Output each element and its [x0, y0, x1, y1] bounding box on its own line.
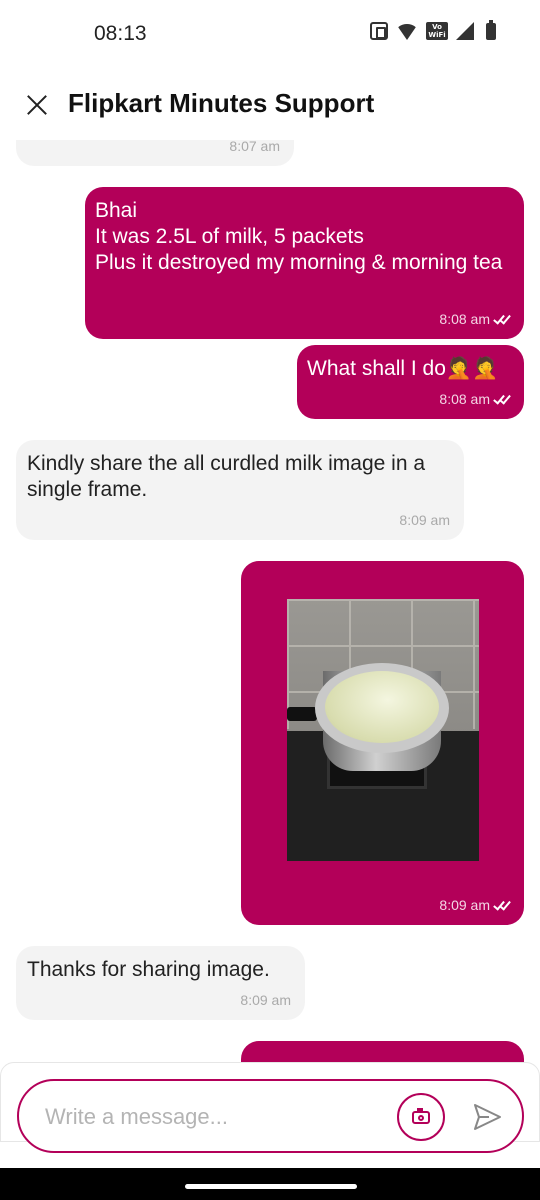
- home-gesture-handle[interactable]: [185, 1184, 357, 1189]
- status-time: 08:13: [94, 22, 147, 45]
- message-text: Thanks for sharing image.: [27, 958, 270, 981]
- double-check-icon: [494, 899, 510, 911]
- message-text: What shall I do🤦🤦: [307, 357, 499, 380]
- message-outgoing: What shall I do🤦🤦 8:08 am: [297, 345, 524, 419]
- message-time: 8:09 am: [399, 512, 450, 528]
- message-outgoing: Bhai It was 2.5L of milk, 5 packets Plus…: [85, 187, 524, 339]
- curdled-milk-photo[interactable]: [287, 599, 479, 861]
- page-title: Flipkart Minutes Support: [68, 88, 375, 118]
- message-outgoing-image[interactable]: 8:09 am: [241, 561, 524, 925]
- message-time: 8:08 am: [439, 391, 510, 407]
- message-time: 8:07 am: [229, 140, 280, 154]
- message-incoming: 8:07 am: [16, 140, 294, 166]
- close-icon[interactable]: [22, 90, 52, 120]
- message-composer: [0, 1062, 540, 1153]
- message-time: 8:09 am: [439, 897, 510, 913]
- message-outgoing: [241, 1041, 524, 1062]
- double-check-icon: [494, 393, 510, 405]
- photo-pot-handle: [287, 707, 317, 721]
- signal-icon: [456, 22, 474, 40]
- message-text: Bhai It was 2.5L of milk, 5 packets Plus…: [95, 199, 503, 274]
- message-list[interactable]: 8:07 am Bhai It was 2.5L of milk, 5 pack…: [0, 140, 540, 1062]
- camera-button[interactable]: [397, 1093, 445, 1141]
- wifi-icon: [396, 24, 418, 40]
- message-incoming: Thanks for sharing image. 8:09 am: [16, 946, 305, 1020]
- chat-header: Flipkart Minutes Support: [0, 68, 540, 140]
- nfc-icon: [370, 22, 388, 40]
- message-input[interactable]: [45, 1099, 385, 1135]
- message-time: 8:09 am: [240, 992, 291, 1008]
- message-incoming: Kindly share the all curdled milk image …: [16, 440, 464, 540]
- message-input-container: [17, 1079, 524, 1153]
- send-icon[interactable]: [471, 1101, 503, 1133]
- status-bar: 08:13 Vo WiFi: [0, 0, 540, 68]
- message-time: 8:08 am: [439, 311, 510, 327]
- double-check-icon: [494, 313, 510, 325]
- system-nav-bar: [0, 1168, 540, 1200]
- message-text: Kindly share the all curdled milk image …: [27, 452, 426, 501]
- camera-icon: [412, 1108, 430, 1124]
- status-icons: Vo WiFi: [370, 19, 496, 40]
- photo-milk: [325, 671, 439, 743]
- battery-icon: [486, 19, 496, 40]
- vowifi-icon: Vo WiFi: [426, 22, 448, 40]
